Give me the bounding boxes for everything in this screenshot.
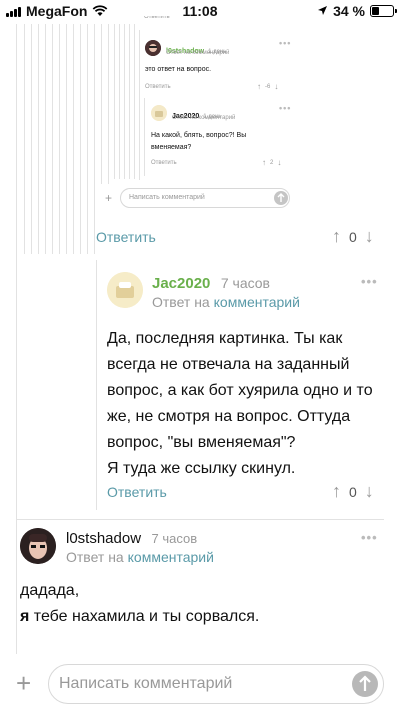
attach-icon[interactable]: + xyxy=(16,668,31,698)
reply-to-line: Ответ на комментарий xyxy=(172,115,236,121)
vote-count: -6 xyxy=(265,83,271,90)
thread-line xyxy=(129,24,130,179)
thread-line xyxy=(45,24,46,254)
downvote-icon[interactable]: ↓ xyxy=(365,481,374,502)
thread-line xyxy=(96,260,97,510)
location-icon xyxy=(317,3,328,19)
thread-line xyxy=(124,24,125,179)
vote-count: 0 xyxy=(349,483,357,500)
thread-line xyxy=(144,98,145,176)
upvote-icon[interactable]: ↑ xyxy=(332,226,341,247)
avatar[interactable] xyxy=(145,40,161,56)
downvote-icon[interactable]: ↓ xyxy=(274,82,278,91)
battery-icon xyxy=(370,5,397,17)
thread-line xyxy=(73,24,74,254)
upvote-icon[interactable]: ↑ xyxy=(262,158,266,167)
vote-count: 2 xyxy=(270,159,274,166)
reply-to-line: Ответ на комментарий xyxy=(152,294,300,310)
comment-time: 7 часов xyxy=(151,531,198,546)
thread-line xyxy=(31,24,32,254)
comment-input[interactable]: Написать комментарий xyxy=(48,664,384,704)
thread-line xyxy=(59,24,60,254)
reply-to-line: Ответ на комментарий xyxy=(66,549,214,565)
avatar[interactable] xyxy=(107,272,143,308)
attach-icon[interactable]: + xyxy=(105,191,112,205)
comment-time: 7 часов xyxy=(220,275,270,291)
thread-line xyxy=(87,24,88,254)
status-bar: MegaFon 11:08 34 % xyxy=(0,0,400,24)
reply-to-line: Ответ на комментарий xyxy=(166,50,230,56)
thread-line xyxy=(139,30,140,180)
reply-to-link[interactable]: комментарий xyxy=(198,115,235,121)
thread-line xyxy=(94,24,95,254)
reply-link[interactable]: Ответить xyxy=(145,84,171,90)
thread-line xyxy=(24,24,25,254)
thread-line xyxy=(119,24,120,179)
more-icon[interactable]: ••• xyxy=(361,530,378,545)
reply-to-link[interactable]: комментарий xyxy=(214,294,300,310)
comment-author[interactable]: Jac2020 xyxy=(152,275,210,292)
send-icon[interactable] xyxy=(352,671,378,697)
thread-line xyxy=(66,24,67,254)
comment-text: На какой, блять, вопрос?! Вы вменяемая? xyxy=(151,132,247,151)
more-icon[interactable]: ••• xyxy=(279,103,291,113)
send-icon[interactable] xyxy=(274,191,288,205)
comment-input-small[interactable]: Написать комментарий xyxy=(120,188,290,208)
reply-link[interactable]: Ответить xyxy=(151,160,177,166)
reply-to-link[interactable]: комментарий xyxy=(128,549,214,565)
thread-line xyxy=(101,24,102,184)
thread-line xyxy=(16,519,384,520)
reply-link[interactable]: Ответить xyxy=(144,16,170,24)
downvote-icon[interactable]: ↓ xyxy=(277,158,281,167)
thread-line xyxy=(38,24,39,254)
more-icon[interactable]: ••• xyxy=(279,38,291,48)
comment-text: Да, последняя картинка. Ты как всегда не… xyxy=(107,330,373,477)
thread-line xyxy=(108,24,109,184)
thread-line xyxy=(114,24,115,179)
upvote-icon[interactable]: ↑ xyxy=(332,481,341,502)
downvote-icon[interactable]: ↓ xyxy=(365,226,374,247)
thread-line xyxy=(80,24,81,254)
thread-line xyxy=(134,24,135,179)
reply-to-link[interactable]: комментарий xyxy=(192,50,229,56)
vote-count: 0 xyxy=(349,228,357,245)
thread-line xyxy=(52,24,53,254)
upvote-icon[interactable]: ↑ xyxy=(257,82,261,91)
comment-text: дадада, я тебе нахамила и ты сорвался. xyxy=(20,582,260,625)
avatar[interactable] xyxy=(20,528,56,564)
comment-author[interactable]: l0stshadow xyxy=(66,530,141,547)
reply-link[interactable]: Ответить xyxy=(96,229,156,245)
reply-link[interactable]: Ответить xyxy=(107,484,167,500)
battery-percent: 34 % xyxy=(333,3,365,19)
comment-text: это ответ на вопрос. xyxy=(145,66,212,73)
avatar[interactable] xyxy=(151,105,167,121)
more-icon[interactable]: ••• xyxy=(361,274,378,289)
thread-line xyxy=(16,24,17,654)
